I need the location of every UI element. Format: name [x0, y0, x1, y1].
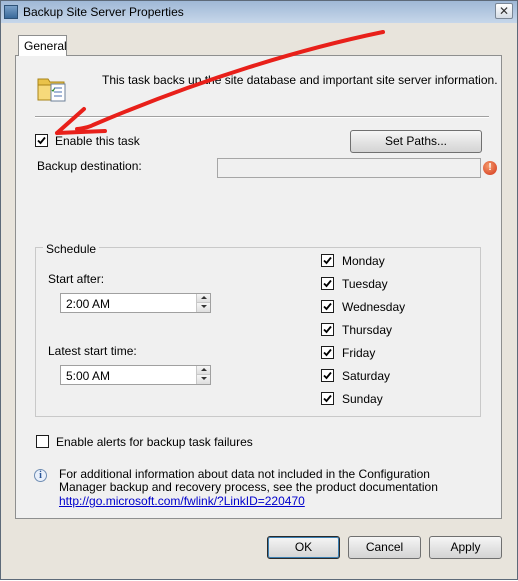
task-description: This task backs up the site database and…: [102, 73, 498, 87]
day-checkbox-friday[interactable]: [321, 346, 334, 359]
start-after-down-arrow-icon[interactable]: [196, 303, 210, 312]
tab-general-label: General: [24, 39, 67, 53]
day-label-saturday[interactable]: Saturday: [342, 369, 390, 383]
day-label-monday[interactable]: Monday: [342, 254, 385, 268]
close-button[interactable]: ✕: [495, 3, 513, 19]
latest-start-up-arrow-icon[interactable]: [196, 366, 210, 375]
window-title: Backup Site Server Properties: [23, 5, 184, 19]
start-after-up-arrow-icon[interactable]: [196, 294, 210, 303]
day-label-thursday[interactable]: Thursday: [342, 323, 392, 337]
backup-destination-label: Backup destination:: [37, 159, 142, 173]
day-checkbox-saturday[interactable]: [321, 369, 334, 382]
documentation-link[interactable]: http://go.microsoft.com/fwlink/?LinkID=2…: [59, 494, 305, 508]
alerts-checkbox[interactable]: [36, 435, 49, 448]
start-after-label: Start after:: [48, 272, 105, 286]
day-label-tuesday[interactable]: Tuesday: [342, 277, 388, 291]
latest-start-time-picker[interactable]: 5:00 AM: [60, 365, 211, 385]
day-label-wednesday[interactable]: Wednesday: [342, 300, 405, 314]
enable-task-checkbox[interactable]: [35, 134, 48, 147]
alerts-label[interactable]: Enable alerts for backup task failures: [56, 435, 253, 449]
set-paths-button[interactable]: Set Paths...: [350, 130, 482, 153]
enable-task-label[interactable]: Enable this task: [55, 134, 140, 148]
day-label-friday[interactable]: Friday: [342, 346, 375, 360]
checkmark-icon: [323, 279, 332, 288]
header-separator: [35, 116, 489, 118]
app-icon: [4, 5, 18, 19]
checkmark-icon: [37, 136, 46, 145]
latest-start-down-arrow-icon[interactable]: [196, 375, 210, 384]
start-after-value[interactable]: 2:00 AM: [66, 297, 110, 311]
start-after-time-picker[interactable]: 2:00 AM: [60, 293, 211, 313]
day-label-sunday[interactable]: Sunday: [342, 392, 383, 406]
checkmark-icon: [323, 371, 332, 380]
info-text: For additional information about data no…: [59, 467, 438, 494]
schedule-group-title: Schedule: [43, 242, 100, 256]
tab-general[interactable]: General: [18, 35, 67, 56]
backup-destination-field[interactable]: [217, 158, 481, 178]
checkmark-icon: [323, 348, 332, 357]
apply-button[interactable]: Apply: [429, 536, 502, 559]
error-icon: !: [483, 161, 497, 175]
latest-start-label: Latest start time:: [48, 344, 137, 358]
properties-dialog: Backup Site Server Properties ✕ General …: [0, 0, 518, 580]
day-checkbox-thursday[interactable]: [321, 323, 334, 336]
checkmark-icon: [323, 394, 332, 403]
latest-start-value[interactable]: 5:00 AM: [66, 369, 110, 383]
day-checkbox-wednesday[interactable]: [321, 300, 334, 313]
title-bar[interactable]: Backup Site Server Properties ✕: [1, 1, 517, 23]
ok-button[interactable]: OK: [267, 536, 340, 559]
checkmark-icon: [323, 302, 332, 311]
day-checkbox-sunday[interactable]: [321, 392, 334, 405]
checkmark-icon: [323, 256, 332, 265]
checkmark-icon: [323, 325, 332, 334]
day-checkbox-monday[interactable]: [321, 254, 334, 267]
folder-task-icon: [37, 78, 66, 102]
info-icon: i: [34, 469, 47, 482]
cancel-button[interactable]: Cancel: [348, 536, 421, 559]
day-checkbox-tuesday[interactable]: [321, 277, 334, 290]
